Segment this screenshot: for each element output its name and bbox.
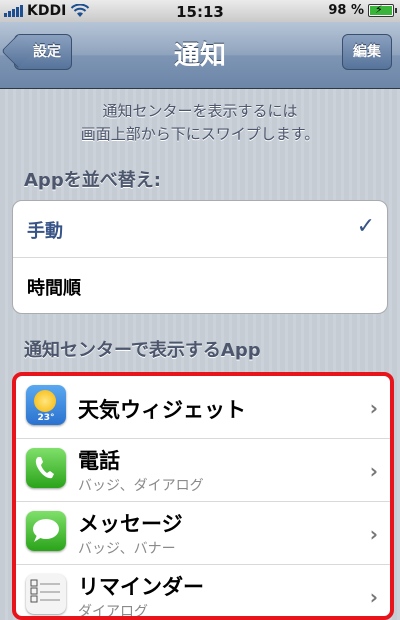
apps-section-header: 通知センターで表示するApp [24,340,261,361]
battery-icon: ⚡ [368,3,397,17]
apps-list-group: 23° 天気ウィジェット › 電話 バッジ、ダイアログ › メッセージ バッジ、… [12,372,394,620]
charging-bolt-icon: ⚡ [375,3,383,16]
phone-icon [26,448,66,488]
battery-percent: 98 % [328,3,364,18]
page-title: 通知 [173,41,226,71]
app-subtitle: バッジ、バナー [78,541,176,557]
app-subtitle: バッジ、ダイアログ [78,478,204,494]
messages-icon [26,511,66,551]
status-right: 98 % ⚡ [328,3,397,18]
checkmark-icon: ✓ [356,214,375,239]
app-row-weather[interactable]: 23° 天気ウィジェット › [16,376,390,439]
app-title: 天気ウィジェット [78,398,246,422]
status-bar: KDDI 15:13 98 % ⚡ [0,0,400,22]
info-line-2: 画面上部から下にスワイプします。 [80,125,320,143]
chevron-right-icon: › [369,396,378,420]
speech-bubble-icon [33,519,59,542]
checklist-icon [30,579,60,603]
app-subtitle: ダイアログ [78,604,148,620]
phone-handset-icon [35,457,54,479]
sort-option-label: 時間順 [27,278,81,299]
chevron-right-icon: › [369,585,378,609]
navigation-bar: 設定 通知 編集 [0,22,400,89]
sort-options-group: 手動 ✓ 時間順 [12,200,388,314]
weather-icon: 23° [26,385,66,425]
info-line-1: 通知センターを表示するには [102,102,298,120]
weather-icon-temp: 23° [37,413,55,423]
sort-option-by-time[interactable]: 時間順 [13,258,387,313]
app-row-messages[interactable]: メッセージ バッジ、バナー › [16,502,390,565]
app-row-phone[interactable]: 電話 バッジ、ダイアログ › [16,439,390,502]
sort-option-manual[interactable]: 手動 ✓ [13,201,387,258]
app-row-reminders[interactable]: リマインダー ダイアログ › [16,565,390,620]
app-title: メッセージ [78,512,183,536]
sort-option-label: 手動 [27,221,63,242]
app-title: リマインダー [78,575,204,599]
sort-section-header: Appを並べ替え: [24,170,161,191]
edit-button[interactable]: 編集 [342,34,392,70]
app-title: 電話 [78,449,120,473]
reminders-icon [26,574,66,614]
chevron-right-icon: › [369,459,378,483]
info-text: 通知センターを表示するには 画面上部から下にスワイプします。 [0,100,400,146]
chevron-right-icon: › [369,522,378,546]
